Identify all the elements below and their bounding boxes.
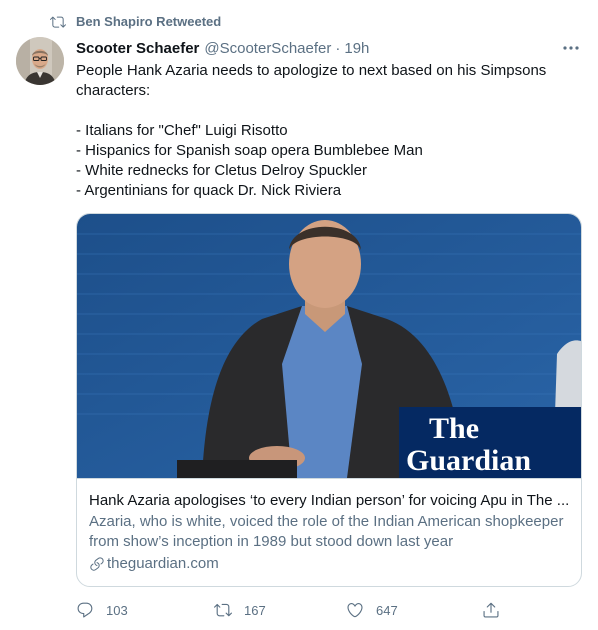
reply-button[interactable]: 103 [76,598,128,622]
like-button[interactable]: 647 [346,598,398,622]
retweet-icon [50,16,66,28]
author-handle[interactable]: @ScooterSchaefer [204,40,331,57]
card-description: Azaria, who is white, voiced the role of… [89,512,571,552]
retweet-count: 167 [244,602,266,618]
tweet-header: Scooter Schaefer @ScooterSchaefer · 19h [76,38,582,58]
more-options-icon[interactable] [562,40,580,56]
tweet-text-line [76,101,576,121]
card-title: Hank Azaria apologises ‘to every Indian … [89,492,570,509]
tweet-text-line: characters: [76,82,151,99]
link-preview-card[interactable]: The Guardian Hank Azaria apologises ‘to … [76,213,582,587]
reply-icon [77,602,93,618]
separator-dot: · [335,39,341,57]
guardian-logo-line2: Guardian [406,444,531,477]
tweet-text: People Hank Azaria needs to apologize to… [76,61,576,201]
heart-icon [347,603,363,618]
tweet-text-line: - Argentinians for quack Dr. Nick Rivier… [76,182,342,199]
tweet-text-line: - Italians for "Chef" Luigi Risotto [76,122,288,139]
card-image[interactable]: The Guardian [77,214,581,478]
retweet-icon [214,603,232,617]
avatar[interactable] [16,37,64,85]
tweet-text-line: People Hank Azaria needs to apologize to… [76,62,547,79]
tweet-text-line: - White rednecks for Cletus Delroy Spuck… [76,162,367,179]
tweet-timestamp[interactable]: 19h [344,40,369,57]
guardian-logo-line1: The [429,412,479,445]
author-name[interactable]: Scooter Schaefer [76,40,199,57]
card-domain: theguardian.com [89,554,571,574]
share-icon [483,602,499,618]
link-icon [90,557,104,571]
share-button[interactable] [482,598,500,622]
retweet-button[interactable]: 167 [214,598,266,622]
tweet-text-line: - Hispanics for Spanish soap opera Bumbl… [76,142,423,159]
tweet-actions: 103 167 647 [76,598,516,622]
card-description-line: Azaria, who is white, voiced the role of… [89,513,564,530]
like-count: 647 [376,602,398,618]
card-domain-text: theguardian.com [107,555,219,572]
card-description-line: from show’s inception in 1989 but stood … [89,533,454,550]
card-body[interactable]: Hank Azaria apologises ‘to every Indian … [77,478,581,586]
reply-count: 103 [106,602,128,618]
card-photo: The Guardian [77,214,581,478]
retweeted-by-label[interactable]: Ben Shapiro Retweeted [76,14,221,29]
avatar-image [16,37,64,85]
